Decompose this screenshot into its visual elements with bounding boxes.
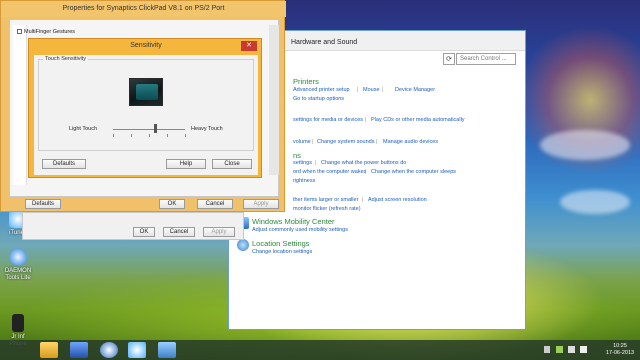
separator: | xyxy=(376,139,378,145)
scrollbar[interactable] xyxy=(269,25,279,175)
defaults-button[interactable]: Defaults xyxy=(42,159,86,169)
separator: | xyxy=(365,169,367,175)
separator: | xyxy=(362,197,364,203)
search-input[interactable]: Search Control ... xyxy=(456,53,516,65)
slider-tick xyxy=(149,134,150,137)
link-mouse[interactable]: Mouse xyxy=(363,87,380,93)
link-startup-options[interactable]: Go to startup options xyxy=(293,96,344,102)
touchpad-surface xyxy=(136,84,158,100)
separator: | xyxy=(315,160,317,166)
slider-tick xyxy=(185,134,186,137)
mouse-properties-dialog: OK Cancel Apply xyxy=(22,212,244,240)
separator: | xyxy=(382,87,384,93)
link-device-manager[interactable]: Device Manager xyxy=(395,87,435,93)
touchpad-image xyxy=(129,78,163,106)
dialog-title: Sensitivity xyxy=(130,42,162,49)
link-refresh-rate[interactable]: monitor flicker (refresh rate) xyxy=(293,206,361,212)
desktop-icon-label: DAEMON Tools Lite xyxy=(4,268,32,281)
link-computer-sleeps[interactable]: Change when the computer sleeps xyxy=(371,169,456,175)
separator: | xyxy=(312,139,314,145)
daemon-tools-icon xyxy=(9,248,27,266)
ok-button[interactable]: OK xyxy=(159,199,185,209)
link-brightness[interactable]: rightness xyxy=(293,178,315,184)
clock-time: 10:25 xyxy=(613,343,627,349)
close-button[interactable]: Close xyxy=(212,159,252,169)
touch-sensitivity-group: Touch Sensitivity Light Touch Heavy Touc… xyxy=(38,56,254,151)
daemon-tools-taskbar-icon[interactable] xyxy=(100,342,118,358)
group-label: Touch Sensitivity xyxy=(43,56,88,62)
network-icon[interactable] xyxy=(568,346,575,353)
sensitivity-slider-thumb[interactable] xyxy=(153,124,157,133)
desktop-icon-daemon-tools[interactable]: DAEMON Tools Lite xyxy=(2,248,34,282)
link-advanced-printer-setup[interactable]: Advanced printer setup xyxy=(293,87,350,93)
link-password-on-wake[interactable]: ord when the computer wakes xyxy=(293,169,366,175)
separator: | xyxy=(357,87,359,93)
link-screen-resolution[interactable]: Adjust screen resolution xyxy=(368,197,427,203)
link-change-location[interactable]: Change location settings xyxy=(252,249,312,255)
slider-tick xyxy=(131,134,132,137)
refresh-icon[interactable]: ⟳ xyxy=(443,53,455,65)
slider-tick xyxy=(167,134,168,137)
checkbox-icon xyxy=(17,29,22,35)
tree-item-label: MultiFinger Gestures xyxy=(24,29,76,35)
volume-icon[interactable] xyxy=(580,346,587,353)
system-tray xyxy=(540,344,600,356)
tree-item-multifinger[interactable]: MultiFinger Gestures xyxy=(17,29,75,35)
close-icon[interactable]: ✕ xyxy=(241,41,257,51)
battery-icon[interactable] xyxy=(556,346,563,353)
ok-button[interactable]: OK xyxy=(133,227,155,237)
link-play-cds[interactable]: Play CDs or other media automatically xyxy=(371,117,465,123)
cancel-button[interactable]: Cancel xyxy=(163,227,195,237)
link-mobility-settings[interactable]: Adjust commonly used mobility settings xyxy=(252,227,348,233)
location-settings-icon xyxy=(237,239,249,251)
defaults-button[interactable]: Defaults xyxy=(25,199,61,209)
breadcrumb[interactable]: Hardware and Sound xyxy=(291,39,357,46)
link-manage-audio-devices[interactable]: Manage audio devices xyxy=(383,139,438,145)
link-autoplay-settings[interactable]: settings for media or devices xyxy=(293,117,363,123)
taskbar: 10:25 17-06-2013 xyxy=(0,340,640,360)
slider-min-label: Light Touch xyxy=(69,126,98,132)
clock-date: 17-06-2013 xyxy=(605,350,635,356)
link-change-system-sounds[interactable]: Change system sounds xyxy=(317,139,374,145)
apply-button[interactable]: Apply xyxy=(243,199,279,209)
help-button[interactable]: Help xyxy=(166,159,206,169)
itunes-taskbar-icon[interactable] xyxy=(128,342,146,358)
cancel-button[interactable]: Cancel xyxy=(197,199,233,209)
tray-arrow-icon[interactable] xyxy=(544,346,550,353)
sensitivity-dialog: Sensitivity ✕ Touch Sensitivity Light To… xyxy=(28,38,262,178)
phone-icon xyxy=(12,314,24,332)
section-power-options[interactable]: ns xyxy=(293,151,301,160)
apply-button[interactable]: Apply xyxy=(203,227,235,237)
sensitivity-slider-track[interactable] xyxy=(113,129,185,130)
link-text-size[interactable]: ther items larger or smaller xyxy=(293,197,358,203)
clock[interactable]: 10:25 17-06-2013 xyxy=(604,343,636,357)
wallpaper-cloud xyxy=(540,130,630,160)
link-power-buttons[interactable]: Change what the power buttons do xyxy=(321,160,406,166)
file-explorer-icon[interactable] xyxy=(40,342,58,358)
app-taskbar-icon[interactable] xyxy=(158,342,176,358)
window-title: Properties for Synaptics ClickPad V8.1 o… xyxy=(1,1,286,17)
slider-tick xyxy=(113,134,114,137)
desktop-app-icon[interactable] xyxy=(70,342,88,358)
wallpaper-cloud xyxy=(560,190,630,214)
separator: | xyxy=(365,117,367,123)
dialog-body: Touch Sensitivity Light Touch Heavy Touc… xyxy=(34,55,258,175)
link-power-settings[interactable]: settings xyxy=(293,160,312,166)
slider-max-label: Heavy Touch xyxy=(191,126,223,132)
section-location-settings[interactable]: Location Settings xyxy=(252,239,310,248)
section-devices-printers[interactable]: Printers xyxy=(293,77,319,86)
settings-tree[interactable] xyxy=(13,25,27,185)
link-volume[interactable]: volume xyxy=(293,139,311,145)
section-mobility-center[interactable]: Windows Mobility Center xyxy=(252,217,335,226)
